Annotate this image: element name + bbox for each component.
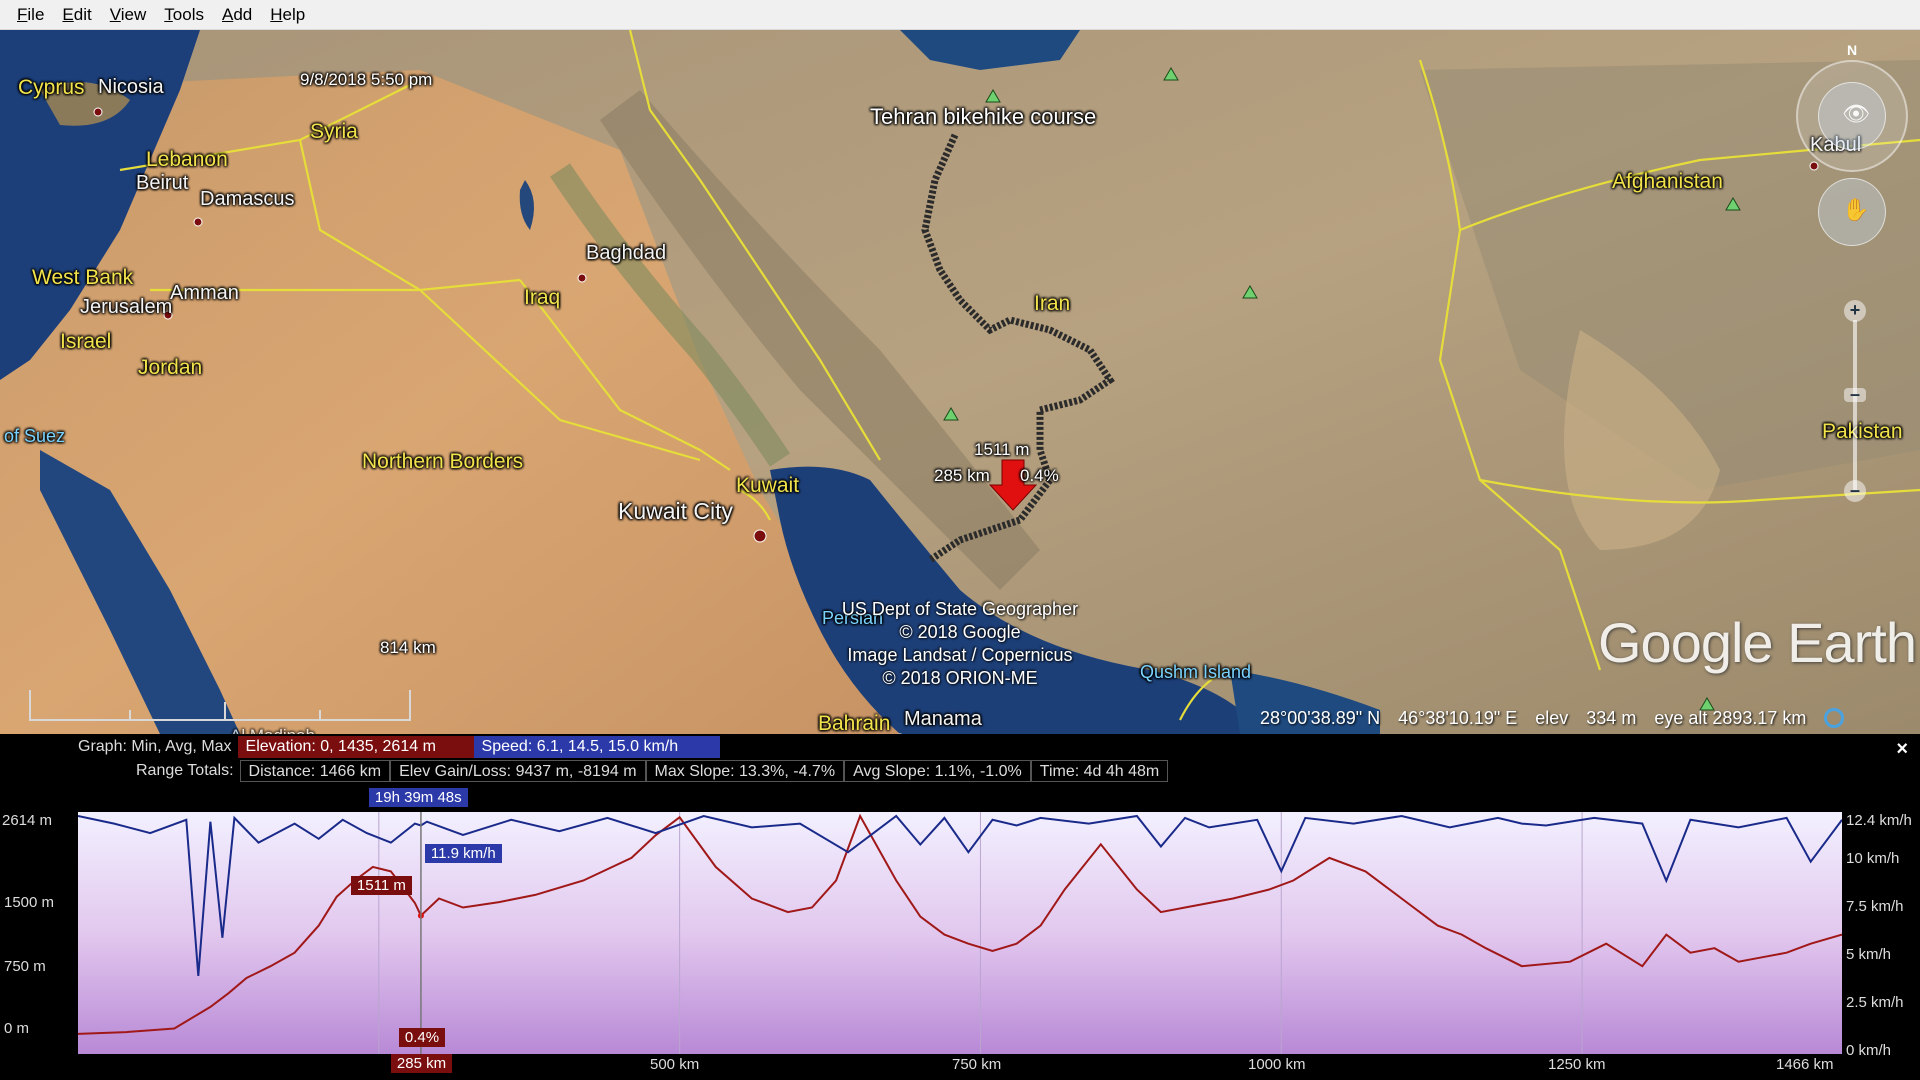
zoom-in-icon[interactable]: + — [1844, 300, 1866, 322]
elevation-series-chip[interactable]: Elevation: 0, 1435, 2614 m — [237, 736, 474, 758]
map-label-lebanon: Lebanon — [146, 148, 228, 171]
elevation-speed-chart[interactable] — [78, 812, 1842, 1054]
graph-label: Graph: Min, Avg, Max — [78, 738, 232, 755]
zoom-handle[interactable]: – — [1844, 385, 1866, 403]
map-label-kuwait-city: Kuwait City — [618, 498, 734, 524]
map-label-iran: Iran — [1034, 292, 1071, 315]
menu-edit[interactable]: Edit — [53, 0, 100, 30]
latitude-readout: 28°00'38.89" N — [1260, 707, 1381, 728]
cursor-slope-tag: 0.4% — [398, 1028, 446, 1047]
map-label-bahrain: Bahrain — [818, 712, 891, 734]
speed-series-chip[interactable]: Speed: 6.1, 14.5, 15.0 km/h — [473, 736, 720, 758]
map-label-al-madinah: Al Madinah — [230, 726, 315, 734]
close-panel-button[interactable]: × — [1896, 738, 1908, 761]
menu-view[interactable]: View — [101, 0, 156, 30]
credit-line: Image Landsat / Copernicus — [847, 645, 1073, 665]
elevation-profile-panel: Graph: Min, Avg, Max Elevation: 0, 1435,… — [0, 734, 1920, 1080]
map-label-northern-borders: Northern Borders — [362, 450, 524, 473]
map-label-manama: Manama — [904, 708, 982, 730]
map-label-beirut: Beirut — [136, 172, 189, 194]
x-tick: 1250 km — [1548, 1056, 1606, 1073]
map-label-israel: Israel — [60, 330, 112, 353]
streaming-icon — [1824, 708, 1845, 728]
y-left-tick: 0 m — [4, 1020, 30, 1037]
google-earth-logo: Google Earth — [1598, 611, 1917, 674]
menu-add[interactable]: Add — [213, 0, 261, 30]
imagery-credits: US Dept of State Geographer © 2018 Googl… — [820, 598, 1100, 690]
map-label-jerusalem: Jerusalem — [80, 296, 173, 318]
map-label-suez: of Suez — [4, 426, 66, 446]
total-distance: Distance: 1466 km — [239, 760, 391, 782]
y-left-tick: 1500 m — [4, 894, 55, 911]
zoom-out-icon[interactable]: – — [1844, 480, 1866, 502]
total-max-slope: Max Slope: 13.3%, -4.7% — [645, 760, 845, 782]
map-label-qushm-island: Qushm Island — [1140, 662, 1252, 682]
eye-altitude-readout: eye alt 2893.17 km — [1654, 707, 1807, 728]
zoom-track[interactable] — [1853, 320, 1857, 490]
y-right-tick: 2.5 km/h — [1846, 994, 1904, 1011]
map-label-tehran-course[interactable]: Tehran bikehike course — [870, 104, 1096, 130]
total-avg-slope: Avg Slope: 1.1%, -1.0% — [844, 760, 1031, 782]
range-totals-row: Range Totals: Distance: 1466 km Elev Gai… — [136, 760, 1169, 782]
y-right-tick: 0 km/h — [1846, 1042, 1892, 1059]
map-label-west-bank: West Bank — [32, 266, 134, 289]
status-bar: 28°00'38.89" N 46°38'10.19" E elev 334 m… — [1260, 702, 1920, 734]
range-totals-label: Range Totals: — [136, 762, 234, 779]
credit-line: © 2018 ORION-ME — [882, 668, 1038, 688]
y-left-tick: 2614 m — [2, 812, 53, 829]
map-label-amman: Amman — [170, 282, 239, 304]
total-time: Time: 4d 4h 48m — [1030, 760, 1169, 782]
map-label-iraq: Iraq — [524, 286, 561, 309]
x-tick: 750 km — [952, 1056, 1002, 1073]
y-left-tick: 750 m — [4, 958, 46, 975]
menu-help[interactable]: Help — [261, 0, 314, 30]
elevation-label: elev — [1535, 707, 1569, 728]
scale-bar-label: 814 km — [380, 638, 436, 657]
hand-icon: ✋ — [1842, 197, 1870, 222]
elevation-readout: 334 m — [1586, 707, 1637, 728]
menu-file[interactable]: File — [8, 0, 53, 30]
y-right-tick: 5 km/h — [1846, 946, 1892, 963]
plot-background — [78, 812, 1842, 1054]
cursor-elevation-tag: 1511 m — [350, 876, 412, 895]
longitude-readout: 46°38'10.19" E — [1398, 707, 1518, 728]
graph-summary-row: Graph: Min, Avg, Max Elevation: 0, 1435,… — [78, 736, 720, 758]
marker-distance-label: 285 km — [934, 466, 990, 485]
credit-line: US Dept of State Geographer — [841, 599, 1079, 619]
cursor-speed-tag: 11.9 km/h — [424, 844, 502, 863]
x-tick: 1000 km — [1248, 1056, 1306, 1073]
credit-line: © 2018 Google — [899, 622, 1021, 642]
menu-tools[interactable]: Tools — [155, 0, 213, 30]
map-timestamp: 9/8/2018 5:50 pm — [300, 70, 433, 89]
map-label-cyprus: Cyprus — [18, 76, 85, 99]
y-right-tick: 7.5 km/h — [1846, 898, 1904, 915]
map-view[interactable]: 9/8/2018 5:50 pm Cyprus Nicosia Syria Le… — [0, 30, 1920, 734]
map-label-kuwait: Kuwait — [736, 474, 800, 497]
map-label-nicosia: Nicosia — [98, 76, 164, 98]
marker-slope-label: 0.4% — [1020, 466, 1059, 485]
eye-icon: 👁 — [1842, 101, 1870, 126]
marker-elevation-label: 1511 m — [974, 440, 1030, 459]
map-label-syria: Syria — [310, 120, 358, 143]
map-label-damascus: Damascus — [200, 188, 295, 210]
map-label-afghanistan: Afghanistan — [1612, 170, 1723, 193]
y-right-tick: 10 km/h — [1846, 850, 1900, 867]
x-tick: 500 km — [650, 1056, 700, 1073]
total-elev-gain-loss: Elev Gain/Loss: 9437 m, -8194 m — [390, 760, 646, 782]
x-tick: 1466 km — [1776, 1056, 1834, 1073]
cursor-time-tag: 19h 39m 48s — [368, 788, 468, 807]
map-label-jordan: Jordan — [138, 356, 203, 379]
cursor-distance-tag: 285 km — [390, 1054, 453, 1073]
menu-bar: File Edit View Tools Add Help — [0, 0, 1920, 30]
zoom-slider[interactable]: + – – — [1844, 300, 1866, 510]
compass-north-label[interactable]: N — [1843, 40, 1861, 60]
map-label-baghdad: Baghdad — [586, 242, 667, 264]
y-right-tick: 12.4 km/h — [1846, 812, 1912, 829]
